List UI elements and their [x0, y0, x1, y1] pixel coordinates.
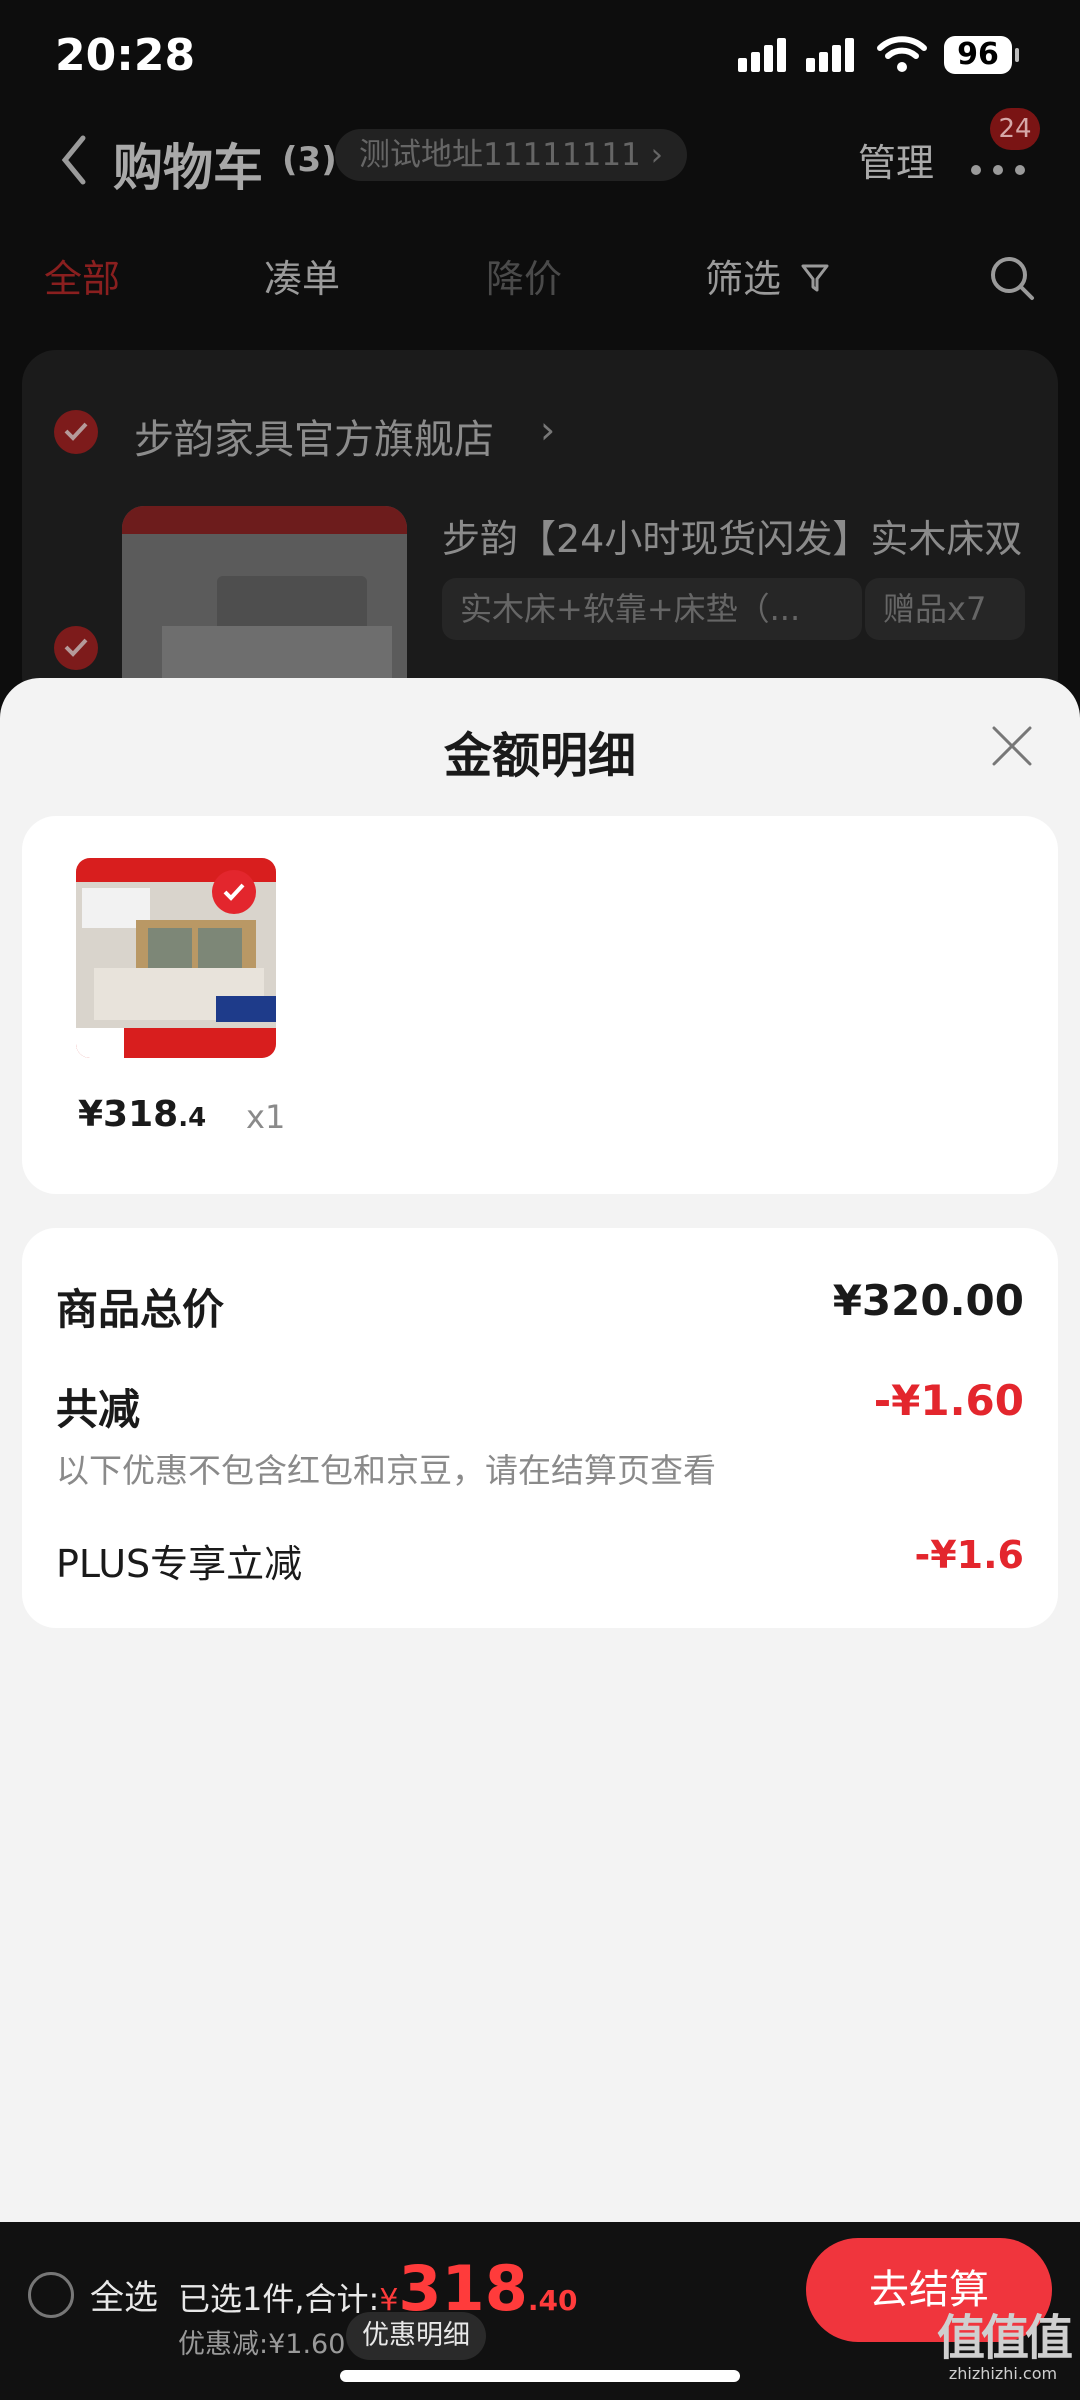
sheet-title: 金额明细 — [443, 728, 636, 784]
store-card: 步韵家具官方旗舰店 › 步韵【24小时现货闪发】实木床双 实木床+软靠+床垫（.… — [22, 350, 1058, 710]
back-chevron-icon[interactable] — [55, 130, 95, 190]
discount-note: 以下优惠不包含红包和京豆，请在结算页查看 — [56, 1451, 716, 1490]
filter-funnel-icon[interactable] — [800, 262, 830, 294]
message-badge: 24 — [990, 108, 1040, 150]
price-summary-card: 商品总价 ¥320.00 共减 -¥1.60 以下优惠不包含红包和京豆，请在结算… — [22, 1228, 1058, 1628]
select-all-label[interactable]: 全选 — [90, 2270, 158, 2319]
store-arrow: › — [540, 408, 556, 452]
product-title[interactable]: 步韵【24小时现货闪发】实木床双 — [442, 508, 1022, 563]
cart-header: 购物车 (3) 测试地址11111111 › 管理 24 — [0, 108, 1080, 210]
check-icon — [64, 638, 88, 657]
plus-discount-value: -¥1.6 — [914, 1533, 1024, 1577]
search-icon[interactable] — [988, 254, 1036, 302]
watermark-main: 值值值 — [936, 2310, 1073, 2366]
select-all-checkbox[interactable] — [28, 2272, 74, 2318]
close-icon[interactable] — [988, 722, 1036, 770]
battery-indicator: 96 — [944, 36, 1019, 74]
cellular-signal-icon-2 — [806, 38, 858, 72]
total-reduce-value: -¥1.60 — [873, 1376, 1024, 1425]
selected-count-text: 已选1件,合计: — [178, 2280, 380, 2318]
amount-detail-sheet: 金额明细 ¥318.4 x1 商品总价 ¥320.00 共减 -¥1.60 以下… — [0, 678, 1080, 2222]
status-bar: 20:28 96 — [0, 0, 1080, 110]
item-selected-badge — [212, 870, 256, 914]
store-name[interactable]: 步韵家具官方旗舰店 — [134, 407, 494, 465]
item-price: ¥318.4 — [78, 1094, 206, 1135]
item-quantity: x1 — [246, 1098, 286, 1136]
tab-bundle[interactable]: 凑单 — [264, 248, 340, 303]
product-checkbox[interactable] — [54, 626, 98, 670]
discount-detail-button[interactable]: 优惠明细 — [346, 2312, 486, 2360]
wifi-icon — [877, 36, 927, 72]
home-indicator[interactable] — [340, 2370, 740, 2382]
cart-count: (3) — [282, 140, 337, 180]
tab-all[interactable]: 全部 — [44, 248, 120, 303]
site-watermark: 值值值 zhizhizhi.com — [928, 2312, 1078, 2383]
checkout-bar: 全选 已选1件,合计:¥318.40 优惠减:¥1.60 优惠明细 去结算 值值… — [0, 2222, 1080, 2400]
plus-discount-label: PLUS专享立减 — [56, 1542, 303, 1586]
store-checkbox[interactable] — [54, 410, 98, 454]
page-title: 购物车 — [113, 139, 263, 197]
watermark-sub: zhizhizhi.com — [948, 2364, 1058, 2383]
cellular-signal-icon — [738, 38, 790, 72]
item-price-int: ¥318 — [78, 1094, 179, 1135]
item-price-decimal: .4 — [178, 1103, 207, 1133]
gift-selector[interactable]: 赠品x7 — [865, 578, 1025, 640]
status-time: 20:28 — [55, 30, 196, 81]
total-reduce-label: 共减 — [56, 1385, 141, 1434]
tab-filter[interactable]: 筛选 — [705, 248, 781, 303]
product-thumbnail[interactable] — [122, 506, 407, 706]
total-amount-decimal: .40 — [527, 2284, 578, 2317]
total-price-label: 商品总价 — [56, 1285, 225, 1334]
tab-price-drop[interactable]: 降价 — [486, 248, 562, 303]
check-icon — [64, 422, 88, 441]
selected-items-card: ¥318.4 x1 — [22, 816, 1058, 1194]
manage-button[interactable]: 管理 — [858, 132, 934, 187]
cart-tabs: 全部 凑单 降价 筛选 — [0, 240, 1080, 310]
check-icon — [223, 883, 245, 901]
address-selector[interactable]: 测试地址11111111 › — [335, 129, 688, 181]
spec-selector[interactable]: 实木床+软靠+床垫（... — [442, 578, 862, 640]
total-price-value: ¥320.00 — [832, 1276, 1024, 1325]
discount-summary: 优惠减:¥1.60 — [178, 2329, 346, 2360]
